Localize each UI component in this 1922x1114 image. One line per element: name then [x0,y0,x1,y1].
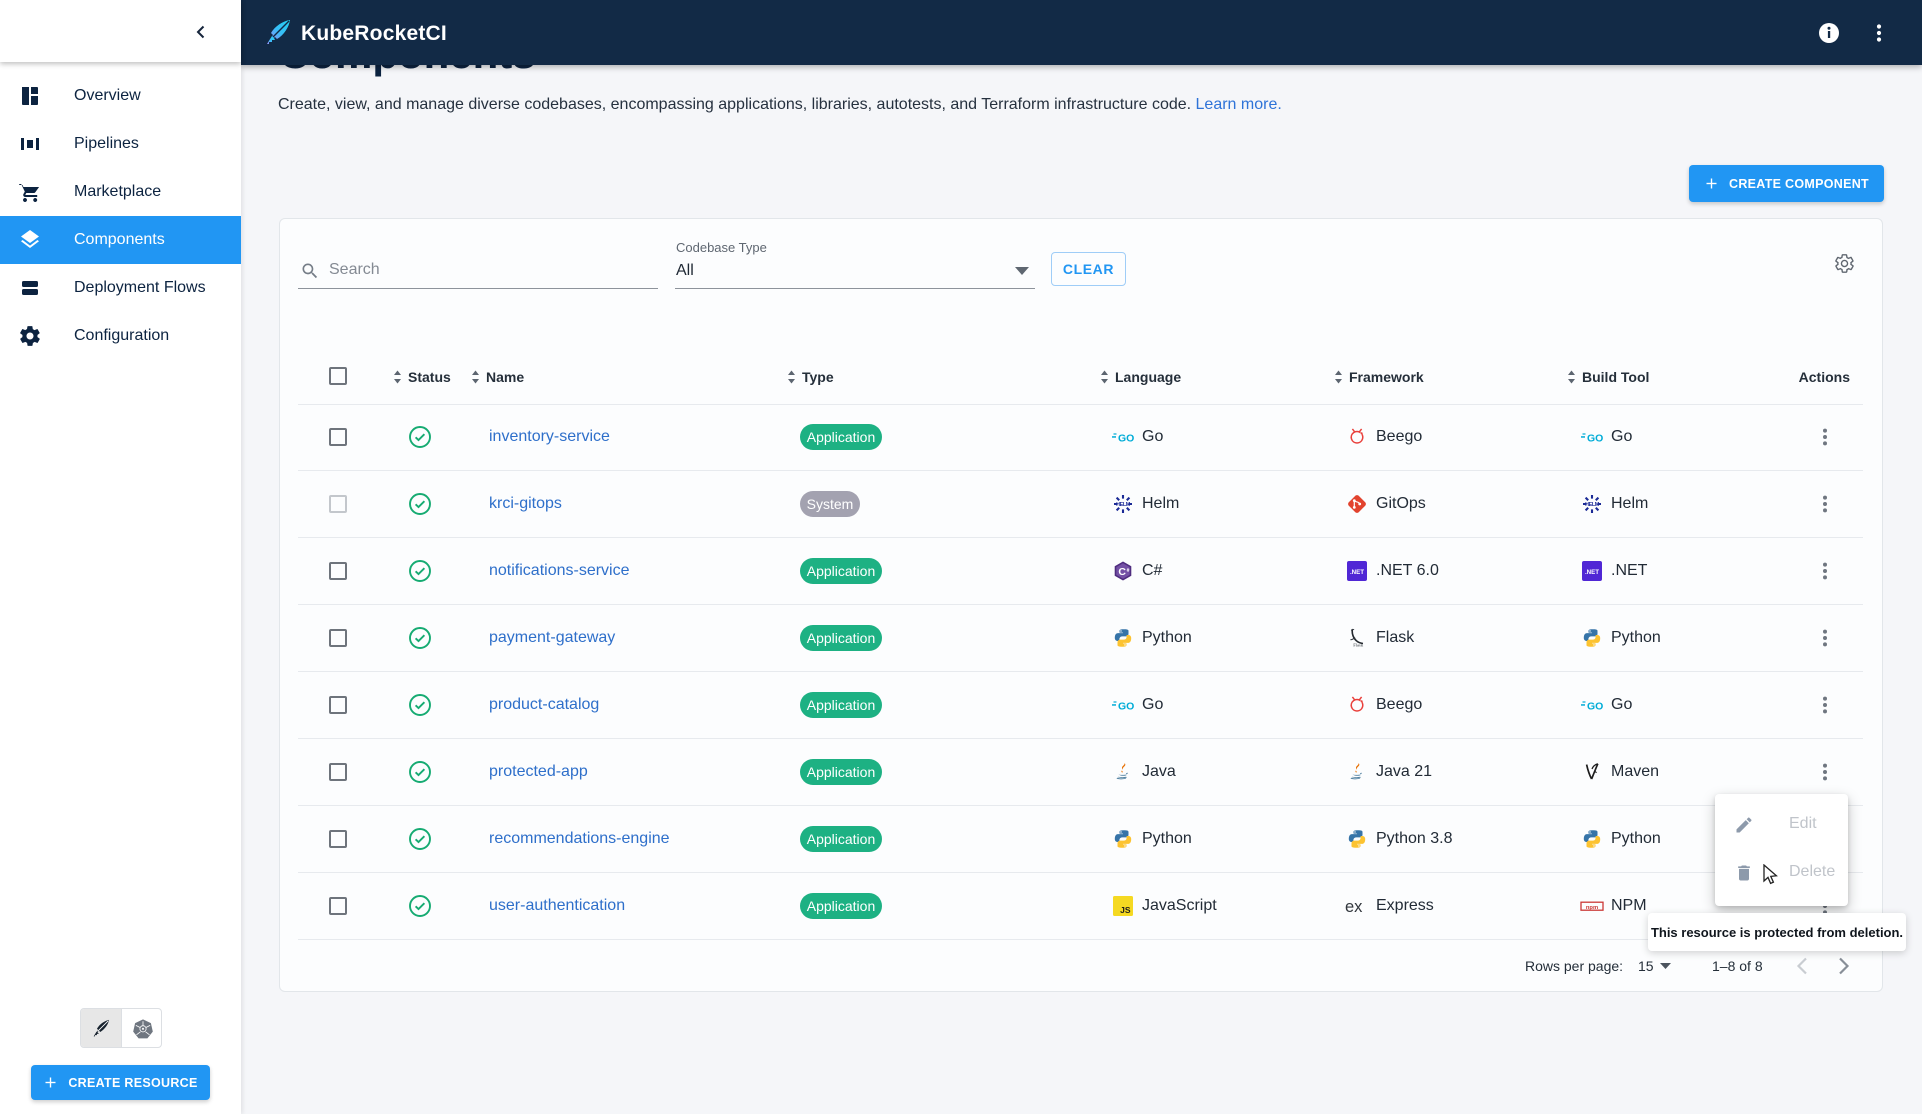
svg-text:.NET: .NET [1585,569,1599,576]
svg-text:HELM: HELM [1116,502,1131,508]
svg-text:GO: GO [1587,701,1603,713]
svg-text:.NET: .NET [1350,569,1364,576]
svg-text:HELM: HELM [1585,502,1600,508]
svg-text:#: # [1127,568,1130,574]
svg-text:GO: GO [1118,701,1134,713]
svg-text:C: C [1118,566,1126,578]
svg-text:GO: GO [1587,433,1603,445]
svg-text:Flask: Flask [1353,643,1364,648]
svg-text:JS: JS [1120,905,1131,915]
svg-text:npm: npm [1586,905,1598,911]
svg-text:ex: ex [1345,898,1363,916]
svg-text:GO: GO [1118,433,1134,445]
